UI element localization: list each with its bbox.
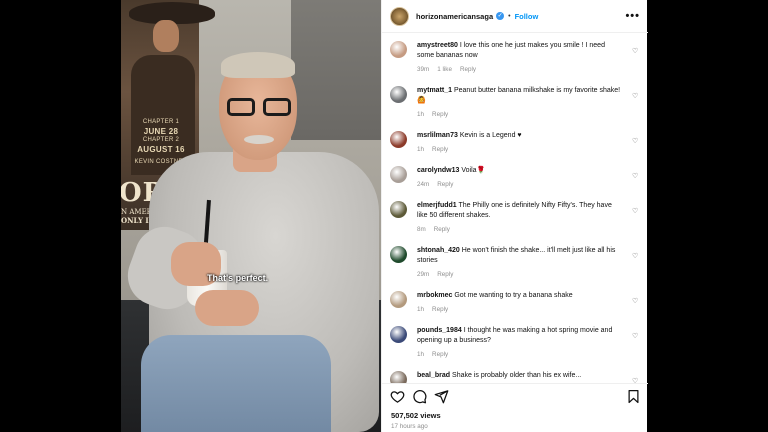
background-window xyxy=(291,0,381,140)
comment-username[interactable]: elmerjfudd1 xyxy=(417,202,457,209)
share-icon[interactable] xyxy=(434,389,449,404)
comment-text: Got me wanting to try a banana shake xyxy=(454,292,573,299)
commenter-avatar[interactable] xyxy=(390,246,407,263)
like-comment-icon[interactable]: ♡ xyxy=(632,207,638,215)
post-panel: horizonamericansaga ✓ • Follow ••• amyst… xyxy=(381,0,648,432)
comment-icon[interactable] xyxy=(412,389,427,404)
comment-time: 1h xyxy=(417,111,425,118)
comment-text: Kevin is a Legend ♥ xyxy=(459,132,522,139)
reply-button[interactable]: Reply xyxy=(437,181,453,188)
like-comment-icon[interactable]: ♡ xyxy=(632,137,638,145)
comment-time: 1h xyxy=(417,306,425,313)
comment-username[interactable]: mytmatt_1 xyxy=(417,87,452,94)
glasses xyxy=(227,98,291,116)
comment-text: Shake is probably older than his ex wife… xyxy=(452,372,582,379)
commenter-avatar[interactable] xyxy=(390,371,407,383)
comment-text: Voila🌹 xyxy=(461,167,486,174)
commenter-avatar[interactable] xyxy=(390,131,407,148)
comment-username[interactable]: carolyndw13 xyxy=(417,167,459,174)
video-player[interactable]: CHAPTER 1 JUNE 28 CHAPTER 2 AUGUST 16 KE… xyxy=(121,0,381,432)
like-comment-icon[interactable]: ♡ xyxy=(632,297,638,305)
person-jeans xyxy=(141,335,331,432)
commenter-avatar[interactable] xyxy=(390,41,407,58)
like-comment-icon[interactable]: ♡ xyxy=(632,92,638,100)
account-name[interactable]: horizonamericansaga xyxy=(416,12,493,21)
verified-badge-icon: ✓ xyxy=(496,12,505,20)
comment-time: 24m xyxy=(417,181,430,188)
more-options-icon[interactable]: ••• xyxy=(625,10,640,22)
comment-time: 8m xyxy=(417,226,426,233)
like-comment-icon[interactable]: ♡ xyxy=(632,47,638,55)
commenter-avatar[interactable] xyxy=(390,201,407,218)
reply-button[interactable]: Reply xyxy=(432,306,448,313)
like-comment-icon[interactable]: ♡ xyxy=(632,332,638,340)
comment-time: 1h xyxy=(417,146,425,153)
comment-likes[interactable]: 1 like xyxy=(437,66,452,73)
reply-button[interactable]: Reply xyxy=(432,146,448,153)
comment-username[interactable]: shtonah_420 xyxy=(417,247,460,254)
comment-username[interactable]: pounds_1984 xyxy=(417,327,462,334)
comment-time: 39m xyxy=(417,66,430,73)
commenter-avatar[interactable] xyxy=(390,291,407,308)
heart-icon[interactable] xyxy=(390,389,405,404)
commenter-avatar[interactable] xyxy=(390,166,407,183)
account-avatar[interactable] xyxy=(390,6,409,26)
comment-username[interactable]: beal_brad xyxy=(417,372,450,379)
commenter-avatar[interactable] xyxy=(390,86,407,103)
video-caption: That's perfect. xyxy=(207,273,269,283)
follow-button[interactable]: Follow xyxy=(515,12,539,21)
reply-button[interactable]: Reply xyxy=(434,226,450,233)
commenter-avatar[interactable] xyxy=(390,326,407,343)
post-header: horizonamericansaga ✓ • Follow ••• xyxy=(382,0,648,33)
view-count: 507,502 views xyxy=(391,411,441,420)
reply-button[interactable]: Reply xyxy=(437,271,453,278)
comment-time: 1h xyxy=(417,351,425,358)
comment-username[interactable]: msrlilman73 xyxy=(417,132,458,139)
post-actions: 507,502 views 17 hours ago xyxy=(382,383,648,432)
like-comment-icon[interactable]: ♡ xyxy=(632,252,638,260)
reply-button[interactable]: Reply xyxy=(460,66,476,73)
reply-button[interactable]: Reply xyxy=(432,351,448,358)
separator-dot: • xyxy=(508,12,511,20)
reply-button[interactable]: Reply xyxy=(432,111,448,118)
comment-username[interactable]: amystreet80 xyxy=(417,42,458,49)
comment-time: 29m xyxy=(417,271,430,278)
comment-username[interactable]: mrbokmec xyxy=(417,292,452,299)
bookmark-icon[interactable] xyxy=(626,389,641,404)
like-comment-icon[interactable]: ♡ xyxy=(632,172,638,180)
post-time[interactable]: 17 hours ago xyxy=(391,423,428,430)
comments-list[interactable]: amystreet80 I love this one he just make… xyxy=(382,33,648,383)
